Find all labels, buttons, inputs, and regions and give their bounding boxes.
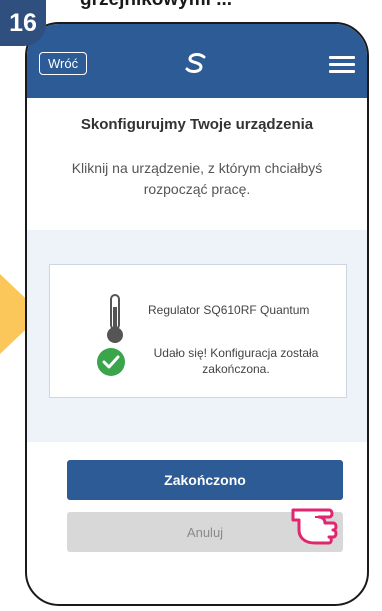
device-card[interactable]: Regulator SQ610RF Quantum Udało się! Kon…	[49, 264, 347, 398]
hamburger-menu-icon[interactable]	[329, 56, 355, 73]
back-button[interactable]: Wróć	[39, 52, 88, 75]
step-number-badge: 16	[0, 0, 46, 46]
device-name: Regulator SQ610RF Quantum	[148, 303, 310, 317]
pointing-hand-icon	[291, 508, 338, 545]
thermometer-icon	[107, 294, 123, 343]
configuration-status: Udało się! Konfiguracja została zakończo…	[153, 346, 319, 376]
phone-frame: Wróć Skonfigurujmy Twoje urządzenia Klik…	[25, 22, 369, 606]
app-logo-icon	[185, 53, 206, 73]
page-title: Skonfigurujmy Twoje urządzenia	[80, 116, 314, 133]
instruction-caption: grzejnikowymi ...	[80, 0, 232, 11]
app-header: Wróć	[27, 24, 367, 98]
page-instruction: Kliknij na urządzenie, z którym chciałby…	[71, 160, 323, 197]
check-circle-icon	[97, 348, 125, 376]
